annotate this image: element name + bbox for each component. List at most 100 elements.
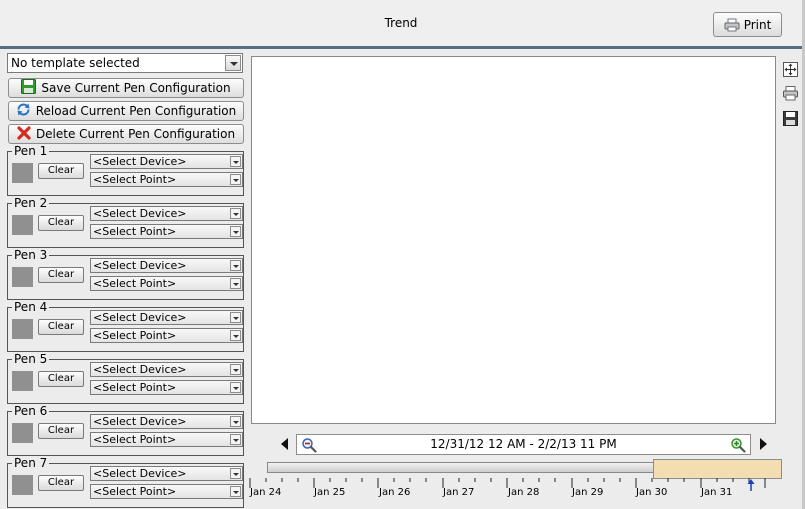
pen-group: Pen 3 Clear <Select Device> <Select Poin… (7, 248, 244, 300)
pen-group: Pen 4 Clear <Select Device> <Select Poin… (7, 300, 244, 352)
printer-icon[interactable] (782, 85, 799, 102)
pen-group: Pen 6 Clear <Select Device> <Select Poin… (7, 404, 244, 456)
timeline-selection-window[interactable] (653, 459, 782, 479)
timeline-tick-label: Jan 30 (636, 487, 668, 498)
device-select-value: <Select Device> (93, 207, 187, 220)
chevron-down-icon[interactable] (230, 156, 241, 167)
device-select[interactable]: <Select Device> (90, 154, 243, 169)
pen-color-swatch[interactable] (12, 163, 33, 183)
clear-button[interactable]: Clear (38, 475, 84, 491)
clear-button[interactable]: Clear (38, 267, 84, 283)
chevron-down-icon[interactable] (230, 486, 241, 497)
pen-color-swatch[interactable] (12, 267, 33, 287)
red-x-icon (17, 125, 31, 143)
chevron-down-icon[interactable] (230, 208, 241, 219)
header-bar: Trend Print (0, 0, 805, 46)
timeline-tick-label: Jan 26 (379, 487, 411, 498)
timeline-tick-label: Jan 28 (508, 487, 540, 498)
device-select-value: <Select Device> (93, 467, 187, 480)
device-select[interactable]: <Select Device> (90, 414, 243, 429)
template-dropdown[interactable]: No template selected (7, 53, 243, 73)
pen-label: Pen 2 (12, 196, 50, 210)
clear-button[interactable]: Clear (38, 423, 84, 439)
pen-color-swatch[interactable] (12, 475, 33, 495)
device-select-value: <Select Device> (93, 363, 187, 376)
clear-button[interactable]: Clear (38, 371, 84, 387)
delete-configuration-label: Delete Current Pen Configuration (35, 127, 236, 141)
zoom-in-icon[interactable] (730, 437, 746, 453)
floppy-disk-icon[interactable] (782, 110, 799, 127)
reload-configuration-button[interactable]: Reload Current Pen Configuration (8, 101, 244, 121)
point-select-value: <Select Point> (93, 381, 177, 394)
chevron-down-icon[interactable] (230, 260, 241, 271)
pen-label: Pen 1 (12, 144, 50, 158)
chevron-down-icon[interactable] (230, 330, 241, 341)
point-select-value: <Select Point> (93, 225, 177, 238)
point-select-value: <Select Point> (93, 277, 177, 290)
zoom-out-icon[interactable] (301, 437, 317, 453)
point-select[interactable]: <Select Point> (90, 432, 243, 447)
pen-color-swatch[interactable] (12, 423, 33, 443)
chevron-down-icon[interactable] (230, 364, 241, 375)
point-select-value: <Select Point> (93, 173, 177, 186)
device-select-value: <Select Device> (93, 155, 187, 168)
point-select[interactable]: <Select Point> (90, 172, 243, 187)
template-dropdown-value: No template selected (11, 56, 140, 70)
trend-chart-area[interactable] (251, 56, 776, 424)
chevron-down-icon[interactable] (230, 226, 241, 237)
clear-button[interactable]: Clear (38, 319, 84, 335)
device-select[interactable]: <Select Device> (90, 362, 243, 377)
chevron-down-icon[interactable] (230, 278, 241, 289)
save-configuration-label: Save Current Pen Configuration (41, 81, 231, 95)
chevron-down-icon[interactable] (225, 55, 241, 71)
timeline-tick-label: Jan 25 (314, 487, 346, 498)
device-select[interactable]: <Select Device> (90, 310, 243, 325)
chevron-down-icon[interactable] (230, 382, 241, 393)
device-select[interactable]: <Select Device> (90, 206, 243, 221)
chevron-down-icon[interactable] (230, 416, 241, 427)
pen-color-swatch[interactable] (12, 371, 33, 391)
point-select-value: <Select Point> (93, 329, 177, 342)
pen-group: Pen 7 Clear <Select Device> <Select Poin… (7, 456, 244, 508)
timeline-track[interactable] (267, 462, 655, 473)
fit-to-view-icon[interactable] (782, 61, 799, 78)
point-select[interactable]: <Select Point> (90, 276, 243, 291)
reload-configuration-label: Reload Current Pen Configuration (35, 104, 237, 118)
delete-configuration-button[interactable]: Delete Current Pen Configuration (8, 124, 244, 144)
chevron-down-icon[interactable] (230, 312, 241, 323)
print-button-label: Print (743, 17, 772, 32)
printer-icon (724, 18, 740, 32)
device-select[interactable]: <Select Device> (90, 258, 243, 273)
device-select-value: <Select Device> (93, 259, 187, 272)
chevron-down-icon[interactable] (230, 434, 241, 445)
point-select[interactable]: <Select Point> (90, 484, 243, 499)
date-range-text: 12/31/12 12 AM - 2/2/13 11 PM (430, 437, 617, 451)
point-select[interactable]: <Select Point> (90, 380, 243, 395)
pen-label: Pen 6 (12, 404, 50, 418)
chevron-down-icon[interactable] (230, 468, 241, 479)
point-select[interactable]: <Select Point> (90, 328, 243, 343)
save-configuration-button[interactable]: Save Current Pen Configuration (8, 78, 244, 98)
pen-label: Pen 3 (12, 248, 50, 262)
clear-button[interactable]: Clear (38, 163, 84, 179)
point-select-value: <Select Point> (93, 433, 177, 446)
next-range-icon[interactable] (758, 437, 768, 451)
pen-label: Pen 4 (12, 300, 50, 314)
date-range-field[interactable]: 12/31/12 12 AM - 2/2/13 11 PM (296, 434, 751, 455)
device-select-value: <Select Device> (93, 415, 187, 428)
timeline-tick-label: Jan 24 (250, 487, 282, 498)
chevron-down-icon[interactable] (230, 174, 241, 185)
device-select-value: <Select Device> (93, 311, 187, 324)
timeline-tick-label: Jan 27 (443, 487, 475, 498)
pen-group: Pen 1 Clear <Select Device> <Select Poin… (7, 144, 244, 196)
clear-button[interactable]: Clear (38, 215, 84, 231)
print-button[interactable]: Print (713, 12, 782, 37)
point-select[interactable]: <Select Point> (90, 224, 243, 239)
device-select[interactable]: <Select Device> (90, 466, 243, 481)
pen-color-swatch[interactable] (12, 215, 33, 235)
pen-color-swatch[interactable] (12, 319, 33, 339)
timeline-tick-label: Jan 29 (572, 487, 604, 498)
pen-label: Pen 7 (12, 456, 50, 470)
timeline-tick-label: Jan 31 (701, 487, 733, 498)
previous-range-icon[interactable] (280, 437, 290, 451)
